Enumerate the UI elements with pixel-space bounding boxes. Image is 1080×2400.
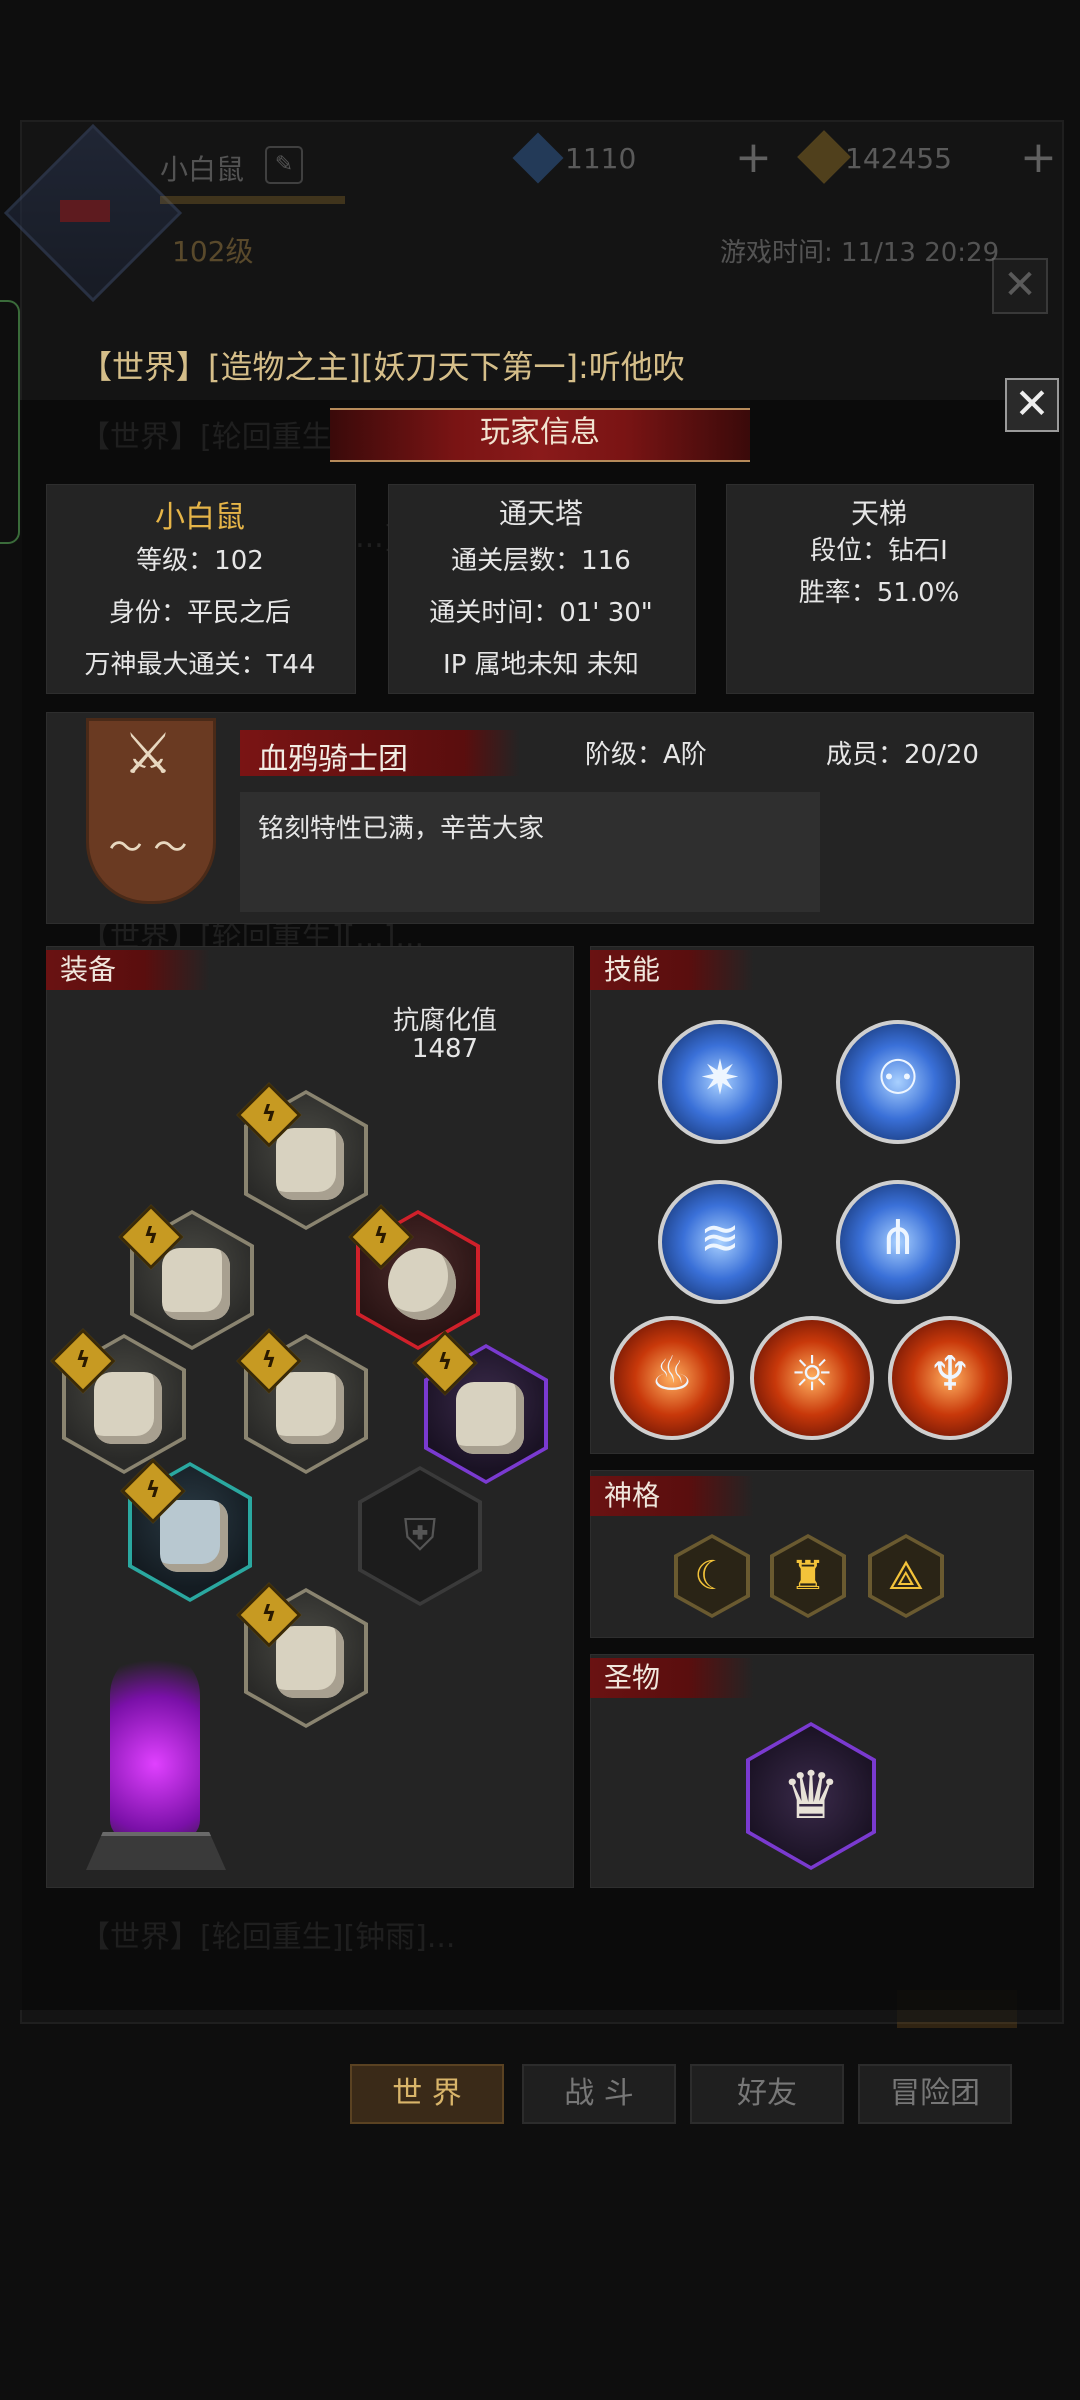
top-username: 小白鼠 bbox=[160, 153, 245, 186]
ladder-title: 天梯 bbox=[850, 497, 907, 530]
ladder-rank: 段位：钻石Ⅰ bbox=[810, 536, 948, 566]
skill-burst-icon[interactable]: ✷ bbox=[658, 1020, 782, 1144]
ladder-win-rate: 胜率：51.0% bbox=[798, 578, 960, 608]
crescent-moon-icon: ☾ bbox=[678, 1538, 746, 1614]
skill-fire-figure-icon[interactable]: ♨ bbox=[610, 1316, 734, 1440]
player-name: 小白鼠 bbox=[155, 500, 245, 535]
guild-notice: 铭刻特性已满，辛苦大家 bbox=[258, 814, 545, 844]
wing-ornament-icon: 〜 〜 bbox=[108, 828, 188, 868]
player-level: 等级：102 bbox=[136, 546, 264, 576]
guild-grade: 阶级：A阶 bbox=[585, 740, 707, 770]
skill-sun-moon-icon[interactable]: ☼ bbox=[750, 1316, 874, 1440]
belt-icon bbox=[94, 1372, 162, 1444]
guild-members: 成员：20/20 bbox=[826, 740, 979, 770]
skill-flame-warrior-icon[interactable]: ♆ bbox=[888, 1316, 1012, 1440]
shield-icon: ⛨ bbox=[362, 1470, 478, 1602]
divinity-header: 神格 bbox=[590, 1476, 754, 1516]
ring-icon bbox=[388, 1248, 456, 1320]
armor-icon bbox=[276, 1372, 344, 1444]
gold-amount: 142455 bbox=[845, 142, 952, 175]
equipment-header: 装备 bbox=[46, 950, 210, 990]
add-gold-icon[interactable]: + bbox=[1020, 132, 1057, 183]
tower-clear-time: 通关时间：01' 30" bbox=[429, 598, 653, 628]
tower-title: 通天塔 bbox=[498, 497, 583, 530]
player-max-clear: 万神最大通关：T44 bbox=[84, 650, 316, 680]
crown-icon: ♛ bbox=[750, 1726, 872, 1866]
top-level: 102级 bbox=[172, 235, 254, 268]
tower-icon: ♜ bbox=[774, 1538, 842, 1614]
chat-close-icon[interactable]: ✕ bbox=[992, 258, 1048, 314]
close-icon[interactable]: ✕ bbox=[1005, 378, 1059, 432]
pedestal-icon bbox=[86, 1832, 226, 1870]
helmet-icon bbox=[276, 1128, 344, 1200]
crossed-axes-icon: ⚔ bbox=[122, 722, 174, 787]
corrosion-label: 抗腐化值 bbox=[392, 1006, 497, 1036]
skill-body-icon[interactable]: ⚇ bbox=[836, 1020, 960, 1144]
ip-location: IP 属地未知 未知 bbox=[443, 650, 639, 680]
modal-title: 玩家信息 bbox=[480, 415, 600, 450]
game-time: 游戏时间: 11/13 20:29 bbox=[720, 238, 1000, 268]
boots-icon bbox=[276, 1626, 344, 1698]
guild-name: 血鸦骑士团 bbox=[258, 742, 408, 777]
skills-header: 技能 bbox=[590, 950, 754, 990]
player-identity: 身份：平民之后 bbox=[108, 598, 291, 628]
side-drawer-tab[interactable] bbox=[0, 300, 20, 544]
experience-bar bbox=[160, 196, 345, 204]
pauldron-icon bbox=[162, 1248, 230, 1320]
cloak-icon bbox=[456, 1382, 524, 1454]
triangle-rune-icon: ⟁ bbox=[872, 1538, 940, 1614]
tab-friends[interactable]: 好友 bbox=[690, 2064, 844, 2124]
relic-header: 圣物 bbox=[590, 1658, 754, 1698]
tab-adventure-team[interactable]: 冒险团 bbox=[858, 2064, 1012, 2124]
purple-flame-icon[interactable] bbox=[110, 1650, 200, 1840]
skill-claw-icon[interactable]: ≋ bbox=[658, 1180, 782, 1304]
skill-fan-icon[interactable]: ⋔ bbox=[836, 1180, 960, 1304]
avatar-rank-badge bbox=[60, 200, 110, 222]
chat-message: 【世界】[造物之主][妖刀天下第一]:听他吹 bbox=[80, 348, 685, 386]
add-crystal-icon[interactable]: + bbox=[735, 132, 772, 183]
tower-floors: 通关层数：116 bbox=[451, 546, 631, 576]
tab-world[interactable]: 世 界 bbox=[350, 2064, 504, 2124]
crystal-amount: 1110 bbox=[565, 142, 637, 175]
edit-name-icon[interactable]: ✎ bbox=[265, 146, 303, 184]
corrosion-value: 1487 bbox=[411, 1034, 479, 1064]
tab-battle[interactable]: 战 斗 bbox=[522, 2064, 676, 2124]
